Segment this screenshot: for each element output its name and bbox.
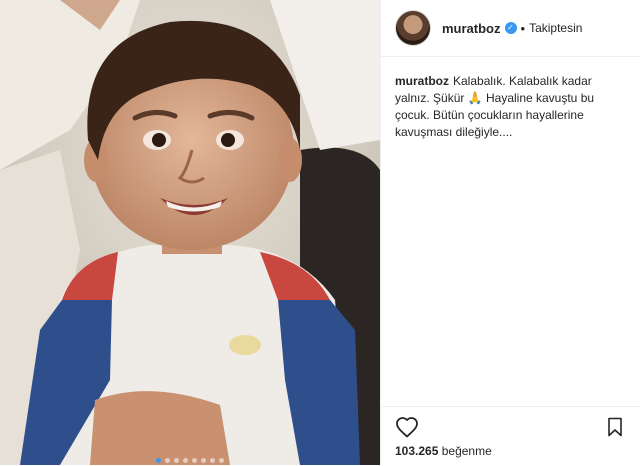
header-separator: •: [520, 20, 526, 36]
caption-username-link[interactable]: muratboz: [395, 74, 449, 88]
follow-status-button[interactable]: Takiptesin: [529, 21, 582, 35]
post-header: muratboz ✓ • Takiptesin: [381, 0, 640, 57]
carousel-dot[interactable]: [183, 458, 188, 463]
child-photo-image: [0, 0, 380, 465]
bookmark-icon: [608, 417, 622, 437]
likes-label: beğenme: [441, 444, 492, 458]
post-photo[interactable]: [0, 0, 380, 465]
instagram-post: muratboz ✓ • Takiptesin muratboz Kalabalı…: [0, 0, 640, 465]
carousel-dot[interactable]: [192, 458, 197, 463]
carousel-dot[interactable]: [201, 458, 206, 463]
carousel-indicator: [0, 458, 380, 463]
carousel-dot[interactable]: [210, 458, 215, 463]
save-button[interactable]: [604, 414, 626, 440]
avatar[interactable]: [395, 10, 431, 46]
heart-icon: [396, 417, 418, 438]
carousel-dot[interactable]: [165, 458, 170, 463]
post-side-panel: muratboz ✓ • Takiptesin muratboz Kalabalı…: [380, 0, 640, 465]
carousel-dot[interactable]: [174, 458, 179, 463]
verified-badge-icon: ✓: [504, 22, 517, 34]
carousel-dot[interactable]: [156, 458, 161, 463]
post-caption: muratboz Kalabalık. Kalabalık kadar yalnı…: [381, 57, 640, 141]
likes-number: 103.265: [395, 444, 439, 458]
carousel-dot[interactable]: [219, 458, 224, 463]
username-link[interactable]: muratboz: [442, 21, 501, 36]
post-actions: 103.265 beğenme: [381, 406, 640, 466]
likes-count[interactable]: 103.265 beğenme: [395, 444, 492, 458]
like-button[interactable]: [393, 413, 421, 441]
